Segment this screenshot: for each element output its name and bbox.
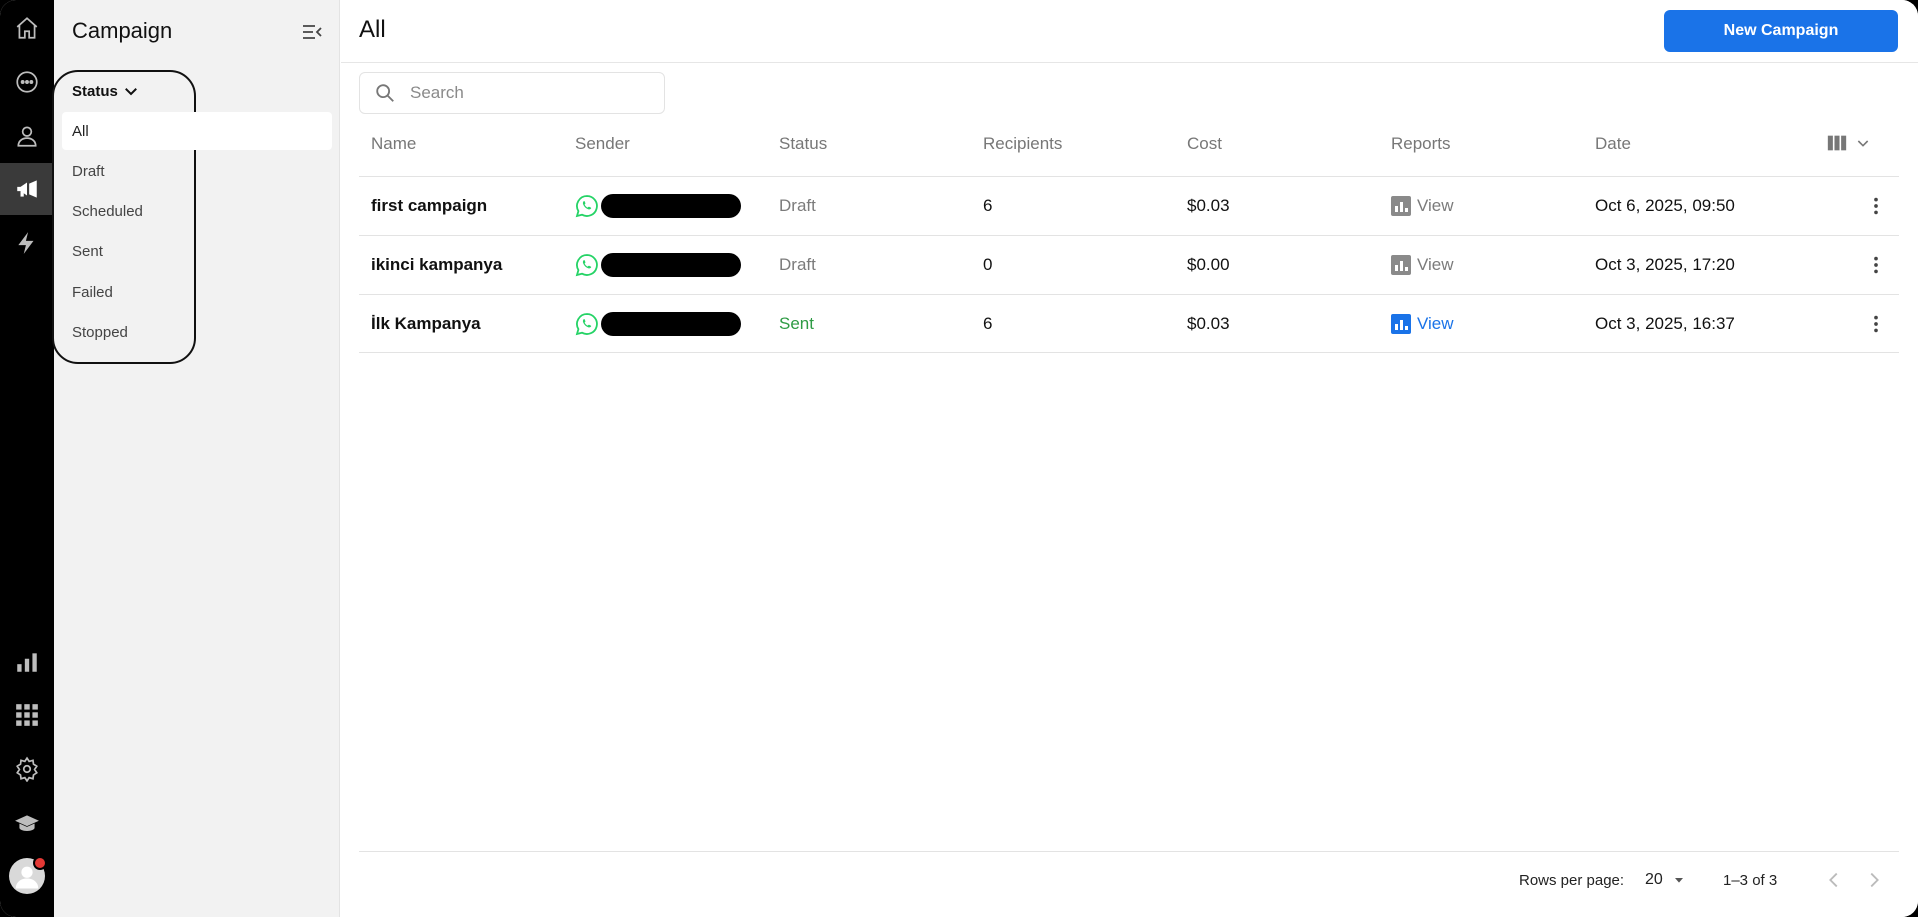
column-header-recipients[interactable]: Recipients <box>983 134 1062 154</box>
table-row[interactable]: ikinci kampanya Draft 0 $0.00 View Oct 3… <box>359 235 1899 293</box>
page-title: All <box>359 16 386 43</box>
home-icon[interactable] <box>0 2 54 54</box>
new-campaign-button[interactable]: New Campaign <box>1664 10 1898 52</box>
date-value: Oct 6, 2025, 09:50 <box>1595 196 1735 215</box>
bar-chart-icon <box>1391 314 1411 334</box>
next-page-button[interactable] <box>1863 866 1885 894</box>
previous-page-button[interactable] <box>1823 866 1845 894</box>
settings-icon[interactable] <box>0 743 54 795</box>
chevron-left-icon <box>1829 872 1838 888</box>
sender-cell <box>575 177 741 235</box>
column-header-sender[interactable]: Sender <box>575 134 630 154</box>
recipients-count: 6 <box>983 196 993 215</box>
status-filter-toggle[interactable]: Status <box>72 82 140 100</box>
whatsapp-icon <box>575 313 598 336</box>
view-report-link[interactable]: View <box>1391 236 1454 294</box>
column-settings-toggle[interactable] <box>1825 132 1871 154</box>
status-badge: Draft <box>779 255 816 274</box>
cost-value: $0.00 <box>1187 255 1230 274</box>
footer-divider <box>359 851 1899 852</box>
whatsapp-icon <box>575 195 598 218</box>
chevron-down-icon <box>124 88 137 96</box>
column-header-status[interactable]: Status <box>779 134 827 154</box>
more-options-icon[interactable] <box>1861 177 1891 235</box>
view-report-link[interactable]: View <box>1391 295 1454 353</box>
sender-cell <box>575 295 741 353</box>
rows-per-page-select[interactable]: 20 <box>1645 866 1687 894</box>
campaign-name[interactable]: ikinci kampanya <box>371 236 502 294</box>
search-input[interactable] <box>410 83 640 103</box>
contacts-icon[interactable] <box>0 110 54 162</box>
icon-rail <box>0 0 54 917</box>
status-badge: Sent <box>779 314 814 333</box>
filter-item-scheduled[interactable]: Scheduled <box>62 192 332 230</box>
view-report-link[interactable]: View <box>1391 177 1454 235</box>
more-options-icon[interactable] <box>1861 236 1891 294</box>
column-header-date[interactable]: Date <box>1595 134 1631 154</box>
column-header-name[interactable]: Name <box>371 134 416 154</box>
main-panel: All New Campaign Name Sender Status Reci… <box>341 0 1918 917</box>
cost-value: $0.03 <box>1187 314 1230 333</box>
pagination-range: 1–3 of 3 <box>1723 871 1778 889</box>
campaign-name[interactable]: first campaign <box>371 177 487 235</box>
table-row[interactable]: İlk Kampanya Sent 6 $0.03 View Oct 3, 20… <box>359 294 1899 352</box>
redacted-sender <box>601 194 741 218</box>
view-report-label: View <box>1417 255 1454 274</box>
filter-item-all[interactable]: All <box>62 112 332 150</box>
app-window: Campaign Status All Draft Scheduled Sent… <box>0 0 1918 917</box>
view-report-label: View <box>1417 196 1454 215</box>
filter-item-sent[interactable]: Sent <box>62 232 332 270</box>
search-box <box>359 72 665 114</box>
status-filter-label: Status <box>72 82 118 100</box>
recipients-count: 0 <box>983 255 993 274</box>
columns-icon <box>1827 135 1847 151</box>
filter-item-failed[interactable]: Failed <box>62 273 332 311</box>
date-value: Oct 3, 2025, 16:37 <box>1595 314 1735 333</box>
lightning-icon[interactable] <box>0 217 54 269</box>
header-divider <box>341 62 1918 63</box>
filter-item-draft[interactable]: Draft <box>62 152 332 190</box>
redacted-sender <box>601 253 741 277</box>
status-badge: Draft <box>779 196 816 215</box>
chevron-right-icon <box>1870 872 1879 888</box>
notification-dot <box>33 856 47 870</box>
rows-per-page-value: 20 <box>1645 871 1663 888</box>
rows-per-page-label: Rows per page: <box>1519 871 1625 889</box>
cost-value: $0.03 <box>1187 196 1230 215</box>
collapse-sidebar-icon[interactable] <box>298 18 326 46</box>
search-icon <box>376 84 394 102</box>
apps-grid-icon[interactable] <box>0 689 54 741</box>
sidebar-title: Campaign <box>72 18 173 43</box>
sender-cell <box>575 236 741 294</box>
filter-item-stopped[interactable]: Stopped <box>62 313 332 351</box>
recipients-count: 6 <box>983 314 993 333</box>
megaphone-icon[interactable] <box>0 163 54 215</box>
campaign-sidebar: Campaign Status All Draft Scheduled Sent… <box>52 0 340 917</box>
redacted-sender <box>601 312 741 336</box>
column-header-cost[interactable]: Cost <box>1187 134 1222 154</box>
column-header-reports[interactable]: Reports <box>1391 134 1451 154</box>
date-value: Oct 3, 2025, 17:20 <box>1595 255 1735 274</box>
table-divider <box>359 352 1899 353</box>
analytics-icon[interactable] <box>0 636 54 688</box>
whatsapp-icon <box>575 254 598 277</box>
graduation-cap-icon[interactable] <box>0 798 54 850</box>
chat-icon[interactable] <box>0 56 54 108</box>
table-row[interactable]: first campaign Draft 6 $0.03 View Oct 6,… <box>359 176 1899 234</box>
view-report-label: View <box>1417 314 1454 333</box>
bar-chart-icon <box>1391 196 1411 216</box>
bar-chart-icon <box>1391 255 1411 275</box>
chevron-down-icon <box>1857 140 1869 147</box>
campaign-name[interactable]: İlk Kampanya <box>371 295 481 353</box>
more-options-icon[interactable] <box>1861 295 1891 353</box>
caret-down-icon <box>1674 878 1683 883</box>
